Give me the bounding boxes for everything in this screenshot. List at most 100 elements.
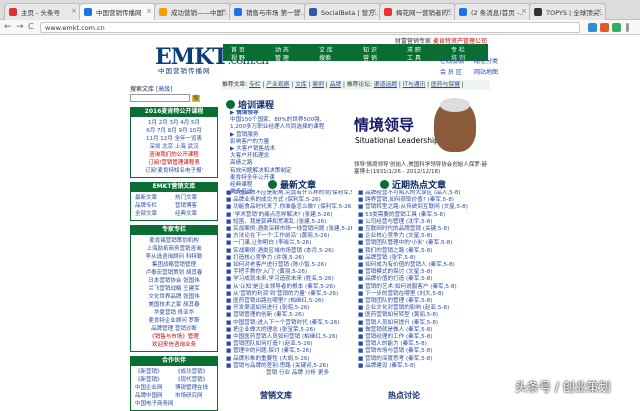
partner-item[interactable]: 《新营销》 — [135, 368, 175, 376]
hot-item[interactable]: ■ 公司经营与管理 (沈宇,5-8) — [358, 219, 490, 226]
rec-item[interactable]: 集团战略营销管理 — [133, 261, 215, 269]
course-link[interactable]: 订阅'麦肯特知名电子报' — [133, 167, 215, 175]
menu-icon[interactable] — [626, 23, 629, 32]
browser-tab[interactable]: 梅花网一营销者的.. × — [379, 3, 456, 20]
recommend-link[interactable]: 渠道话题 — [374, 82, 397, 88]
emkt-item[interactable]: 营销博客 — [175, 202, 215, 210]
url-input[interactable]: www.emkt.com.cn — [40, 22, 580, 33]
recommend-link[interactable]: 专栏 — [249, 82, 261, 88]
rec-red[interactable]: 《销售与市场》管理 — [133, 333, 215, 341]
training-item[interactable]: 1,200多万职业经理人共同选择的课程 — [230, 124, 350, 131]
browser-tab[interactable]: (2 条消息)首页 -.. × — [454, 3, 531, 20]
rec-item[interactable]: 日本营销协会 张国伟 — [133, 277, 215, 285]
recommend-link[interactable]: 文库 — [295, 82, 307, 88]
emkt-item[interactable]: 品牌专栏 — [135, 202, 175, 210]
hot-item[interactable]: ■ 医药营销如何转型 (黄丽,5-8) — [358, 312, 490, 319]
nav-item[interactable]: 营 销 — [363, 53, 377, 62]
extension-icon[interactable] — [588, 23, 597, 32]
close-icon[interactable]: × — [521, 7, 527, 15]
partner-item[interactable]: 博锐管理在线 — [175, 384, 215, 392]
browser-tab[interactable]: 主页 - 头条号 × — [4, 3, 81, 20]
search-button[interactable]: 搜 — [191, 94, 200, 102]
rec-item[interactable]: 品牌管理 营销诊断 — [133, 325, 215, 333]
nav-item[interactable]: 搜索 — [319, 53, 331, 62]
rec-item[interactable]: 麦肯锡营销策划机构 — [133, 237, 215, 245]
extension-icon[interactable] — [600, 23, 609, 32]
latest-item[interactable]: ■ 中国营销:进入下一个营销时代 (秦军,5-26) — [226, 320, 352, 327]
hot-item[interactable]: ■ 53类需要的营销工具 (秦军,5-8) — [358, 212, 490, 219]
browser-tab[interactable]: TOPYS | 全球顶尖.. × — [529, 3, 606, 20]
partner-item[interactable]: 《成功营销》 — [175, 368, 215, 376]
training-item[interactable]: 影响客户的力量 — [230, 139, 350, 146]
rec-item[interactable]: 美国技术之家 胡其春 — [133, 301, 215, 309]
rec-item[interactable]: 上海励拓商务营销咨询 — [133, 245, 215, 253]
partner-item[interactable]: 中国企业网 — [135, 384, 175, 392]
hot-item[interactable]: ■ 营销人员如何提升 (秦军,5-8) — [358, 320, 490, 327]
hot-item[interactable]: ■ 营销的艺术:如何说服客户 (秦军,5-8) — [358, 284, 490, 291]
recommend-link[interactable]: 案例 — [312, 82, 324, 88]
latest-item[interactable]: ■ 学习成就未来,学习造就未来 (姓名,5-26) — [226, 276, 352, 283]
close-icon[interactable]: × — [221, 7, 227, 15]
course-line[interactable]: 11月 12月 全年一览表 — [133, 135, 215, 143]
partner-item[interactable]: 品牌中国网 — [135, 392, 175, 400]
close-icon[interactable]: × — [146, 7, 152, 15]
hot-item[interactable]: ■ 品牌建设 (秦军,5-8) — [358, 363, 490, 370]
latest-item[interactable]: ■ 营销与品牌的差别:思路 (关键词,5-26) — [226, 363, 352, 370]
emkt-item[interactable]: 热门文章 — [175, 194, 215, 202]
latest-item[interactable]: ■ '学术营销'的痛点怎样解决? (张建,5-26) — [226, 212, 352, 219]
latest-item[interactable]: ■ 从'营销的利润'到'营销的力量' (秦军,5-26) — [226, 291, 352, 298]
browser-tab[interactable]: 成功营销——中国.. × — [154, 3, 231, 20]
extension-icon[interactable] — [612, 23, 621, 32]
latest-item[interactable]: ■ 营销管理的创新 (秦军,5-26) — [226, 312, 352, 319]
nav-item[interactable]: 视 野 — [231, 53, 245, 62]
rec-item[interactable]: 兰飞营销战略 王建军 — [133, 285, 215, 293]
right-link[interactable]: 网站地图 — [474, 67, 508, 78]
latest-item[interactable]: ■ 品牌形象的重要性 (大胡,5-26) — [226, 356, 352, 363]
nav-item[interactable]: 管 理 — [275, 53, 289, 62]
latest-item[interactable]: ■ 打造核心竞争力 (许强,5-26) — [226, 255, 352, 262]
latest-item[interactable]: ■ 从'认知'是企业领导者的根本 (秦军,5-26) — [226, 284, 352, 291]
rec-item[interactable]: 麦肯特企业顾问 罗斯 — [133, 317, 215, 325]
close-icon[interactable]: × — [596, 7, 602, 15]
emkt-item[interactable]: 最新文章 — [135, 194, 175, 202]
hot-item[interactable]: ■ 做营销就是做人 (秦军,5-8) — [358, 327, 490, 334]
hot-item[interactable]: ■ 下一步的营销在哪里 (刘大,5-8) — [358, 291, 490, 298]
right-link[interactable]: 路径分类 — [474, 56, 508, 67]
latest-item[interactable]: ■ 管理中的问题,探讨 (秦军,5-26) — [226, 348, 352, 355]
partner-item[interactable]: 《新营销》 — [135, 376, 175, 384]
course-link[interactable]: 订阅!营销管理课程表 — [133, 159, 215, 167]
course-line[interactable]: 深圳 北京 上海 武汉 — [133, 143, 215, 151]
emkt-item[interactable]: 经典文章 — [175, 210, 215, 218]
rec-red[interactable]: 欢迎来信咨询业务 — [133, 341, 215, 349]
hot-item[interactable]: ■ 营销的深度思考 (秦军,5-8) — [358, 356, 490, 363]
rec-item[interactable]: 卢泰宏营销策划 胡其春 — [133, 269, 215, 277]
right-link[interactable]: 会 员 区 — [440, 67, 474, 78]
close-icon[interactable]: × — [446, 7, 452, 15]
latest-item[interactable]: ■ 一门课,让你明白 (李晓兰,5-26) — [226, 240, 352, 247]
partner-item[interactable]: 中国电子商务网 — [135, 400, 175, 408]
latest-item[interactable]: ■ 把企业做大的理念 (张宝荣,5-26) — [226, 327, 352, 334]
course-line[interactable]: 6月 7月 8月 9月 10月 — [133, 127, 215, 135]
hot-item[interactable]: ■ 品牌营销 (张宇,5-8) — [358, 255, 490, 262]
latest-item[interactable]: ■ 短笛、我是郭莽和荒寒乱 (张建,5-26) — [226, 219, 352, 226]
recommend-link[interactable]: 医药与保健 — [431, 82, 460, 88]
close-icon[interactable]: × — [71, 7, 77, 15]
browser-tab[interactable]: 销售与市场 第一营.. × — [229, 3, 306, 20]
reload-button[interactable]: C — [28, 22, 34, 32]
close-icon[interactable]: × — [371, 7, 377, 15]
emkt-item[interactable]: 全部文章 — [135, 210, 175, 218]
back-button[interactable]: ← — [4, 22, 12, 32]
rec-item[interactable]: 华夏营销 佟亚华 — [133, 309, 215, 317]
course-link[interactable]: 咨询我们的公开课程 — [133, 151, 215, 159]
hot-item[interactable]: ■ 品牌价值的打造 (秦军,5-8) — [358, 276, 490, 283]
forward-button[interactable]: → — [16, 22, 24, 32]
hot-item[interactable]: ■ 我们的营销之路 (秦军,5-8) — [358, 248, 490, 255]
right-link[interactable]: 在线投稿 — [440, 56, 474, 67]
training-item[interactable]: ▶ 营销服务 — [230, 132, 350, 139]
leadership-banner[interactable]: 情境领导 Situational Leadership 领导'情境领导'创始人,… — [352, 98, 487, 178]
close-icon[interactable]: × — [296, 7, 302, 15]
rec-item[interactable]: 李从选咨询顾问 科特勒 — [133, 253, 215, 261]
recommend-link[interactable]: IT与通讯 — [403, 82, 426, 88]
training-item[interactable]: 有效问题解决和决策制定 — [230, 168, 350, 175]
nav-item[interactable]: 工 具 — [407, 53, 421, 62]
